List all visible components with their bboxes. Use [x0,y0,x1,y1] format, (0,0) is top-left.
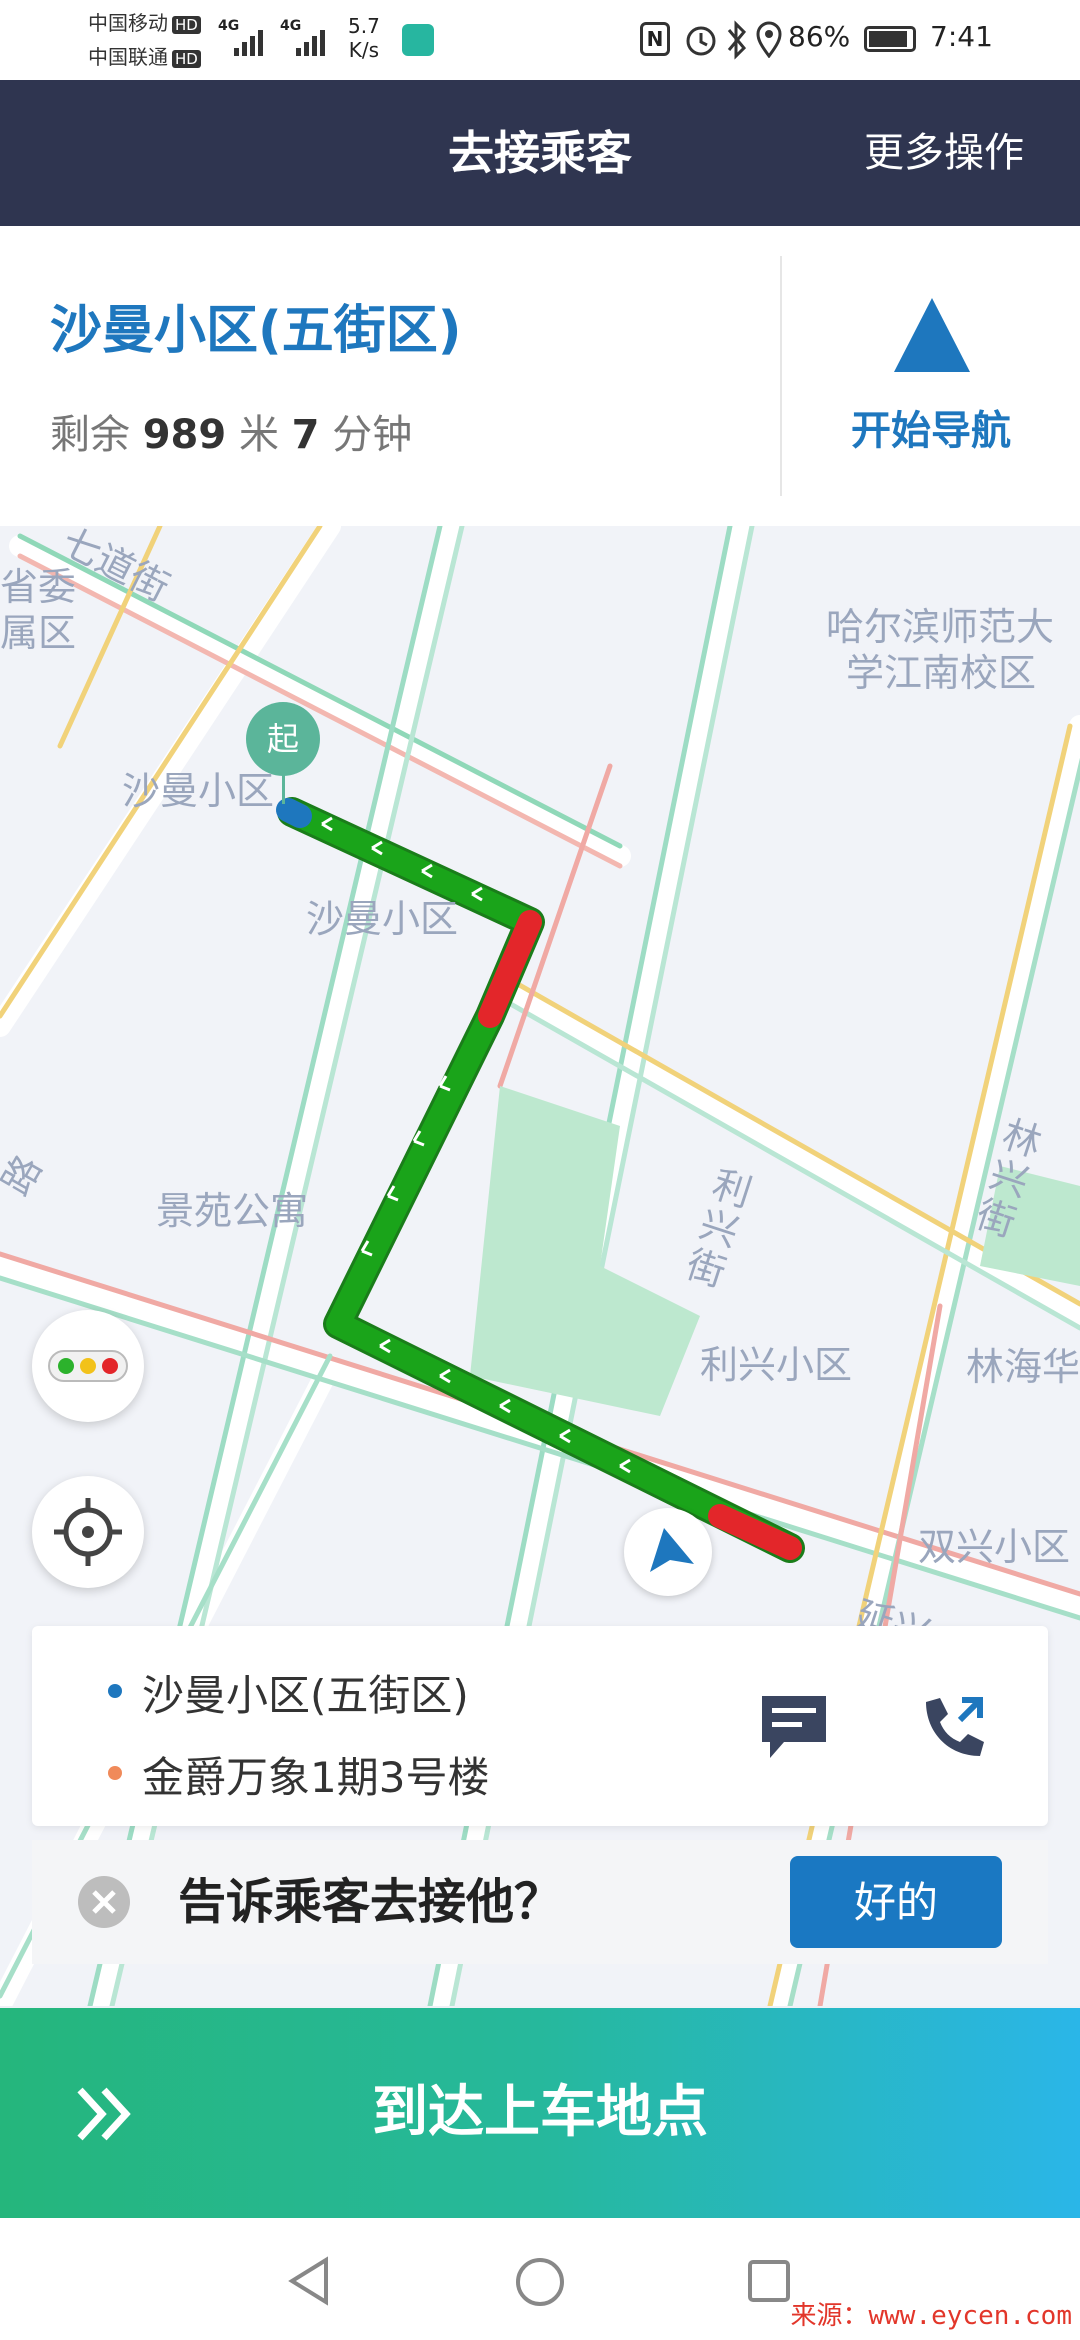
map-label-shaman-1: 沙曼小区 [122,769,275,813]
map-label-linhai: 林海华 [966,1345,1080,1389]
dropoff-dot [108,1766,122,1780]
more-actions-button[interactable]: 更多操作 [864,80,1024,226]
trip-info-card: 沙曼小区(五街区) 金爵万象1期3号楼 [32,1626,1048,1826]
bluetooth-icon [727,20,747,60]
remaining-label: 剩余 [50,412,130,458]
nfc-icon: N [640,22,670,56]
phone-icon[interactable] [918,1692,988,1762]
locate-me-button[interactable] [32,1476,144,1588]
arrive-pickup-button[interactable]: 到达上车地点 [0,2008,1080,2218]
map-label-university-2: 学江南校区 [846,651,1037,695]
battery-percent: 86% [788,20,851,53]
network-speed: 5.7 K/s [348,14,380,62]
time-unit: 分钟 [332,412,413,458]
remaining-info: 剩余 989 米 7 分钟 [50,402,412,460]
clock: 7:41 [930,20,993,53]
close-icon[interactable] [78,1876,130,1928]
battery-icon [864,26,916,52]
location-icon [756,21,782,58]
app-notification-icon [402,24,434,56]
destination-card: 沙曼小区(五街区) 剩余 989 米 7 分钟 开始导航 [0,226,1080,526]
start-navigation-button[interactable]: 开始导航 [782,226,1080,526]
time-value: 7 [291,412,320,458]
header: 去接乘客 更多操作 [0,80,1080,226]
pickup-dot [108,1684,122,1698]
traffic-light-icon [48,1350,128,1382]
notify-passenger-bar: 告诉乘客去接他？ 好的 [32,1840,1048,1964]
notify-passenger-text: 告诉乘客去接他？ [178,1874,563,1930]
start-marker-pin [282,774,285,804]
back-icon[interactable] [286,2256,332,2306]
dropoff-address: 金爵万象1期3号楼 [142,1753,490,1802]
pickup-address: 沙曼小区(五街区) [142,1671,469,1720]
vehicle-arrow-icon [650,1528,694,1572]
map-label-jingyuan: 景苑公寓 [156,1189,309,1233]
alarm-icon [686,26,716,56]
start-navigation-label: 开始导航 [851,408,1011,454]
navigation-arrow-icon [894,298,970,372]
start-marker: 起 [246,702,320,776]
arrive-pickup-label: 到达上车地点 [372,2080,708,2145]
map-label-shuangxing: 双兴小区 [918,1525,1071,1569]
map-label-area-left-2: 属区 [0,611,77,655]
map-label-shaman-2: 沙曼小区 [306,897,459,941]
traffic-toggle-button[interactable] [32,1310,144,1422]
watermark: 来源：www.eycen.com [790,2301,1073,2331]
distance-value: 989 [142,412,227,458]
carrier-2: 中国联通 HD [88,44,201,70]
recents-icon[interactable] [746,2258,792,2304]
message-icon[interactable] [758,1692,830,1762]
crosshair-icon [54,1498,122,1566]
carrier-1: 中国移动 HD [88,10,201,36]
destination-name: 沙曼小区(五街区) [50,301,462,361]
map-label-lixing-area: 利兴小区 [700,1343,853,1387]
home-icon[interactable] [514,2256,566,2308]
system-nav-bar: 来源：www.eycen.com [0,2218,1080,2340]
status-bar: 中国移动 HD 中国联通 HD 4G 4G 5.7 K/s N 86% 7:41 [0,0,1080,80]
distance-unit: 米 [238,412,279,458]
ok-button[interactable]: 好的 [790,1856,1002,1948]
current-location-marker [624,1508,712,1596]
